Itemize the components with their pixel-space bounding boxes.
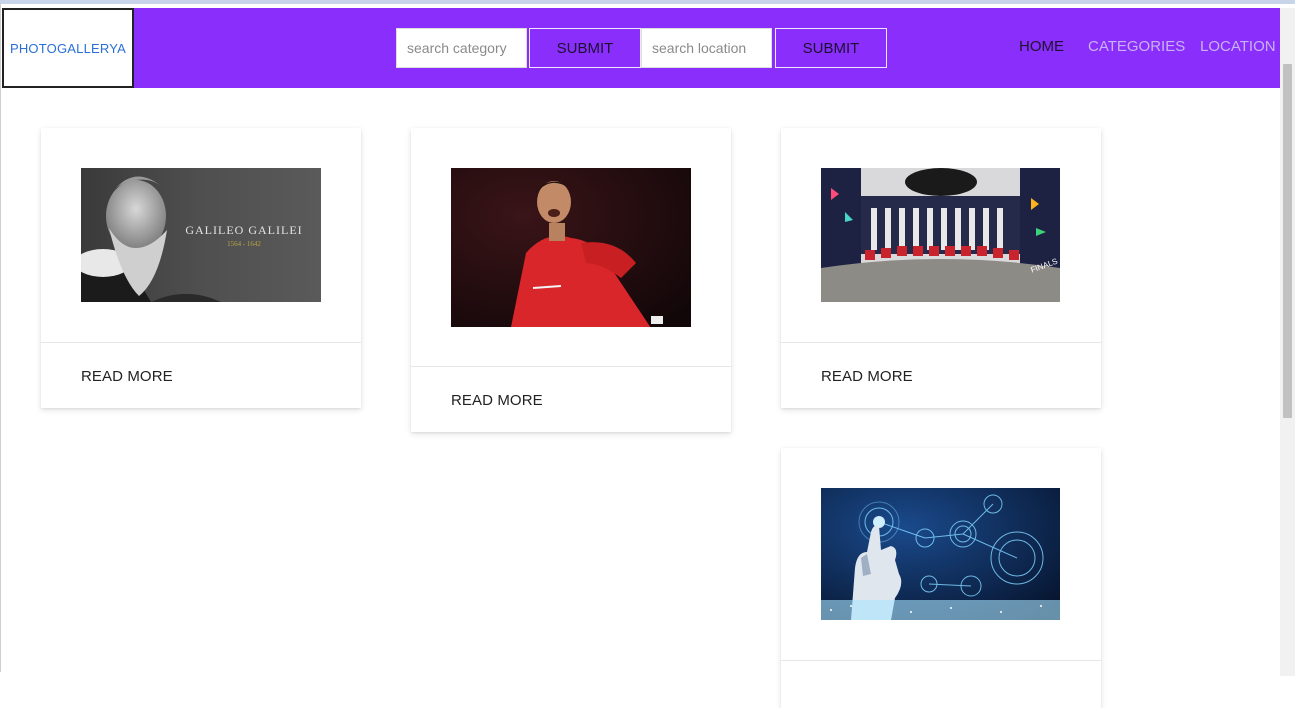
gallery-card: READ MORE bbox=[411, 128, 731, 432]
galileo-title-text: GALILEO GALILEI bbox=[185, 223, 302, 237]
galileo-portrait-image: GALILEO GALILEI 1564 - 1642 bbox=[81, 168, 321, 302]
footballer-image bbox=[451, 168, 691, 327]
page-scrollbar[interactable] bbox=[1280, 8, 1295, 676]
gallery-card: FINALS READ MORE bbox=[781, 128, 1101, 408]
gallery-card: GALILEO GALILEI 1564 - 1642 READ MORE bbox=[41, 128, 361, 408]
gallery-image-dressing-room[interactable]: FINALS bbox=[821, 168, 1060, 302]
card-media bbox=[781, 448, 1101, 661]
gallery-image-footballer[interactable] bbox=[451, 168, 691, 327]
dressing-room-image: FINALS bbox=[821, 168, 1060, 302]
gallery-card bbox=[781, 448, 1101, 708]
brand-logo-link[interactable]: PHOTOGALLERYA bbox=[2, 8, 134, 88]
scrollbar-thumb[interactable] bbox=[1283, 64, 1292, 418]
nav-categories-link[interactable]: CATEGORIES bbox=[1088, 38, 1185, 55]
card-media: GALILEO GALILEI 1564 - 1642 bbox=[41, 128, 361, 343]
nav-location-link[interactable]: LOCATION bbox=[1200, 38, 1276, 55]
gallery-image-galileo[interactable]: GALILEO GALILEI 1564 - 1642 bbox=[81, 168, 321, 302]
read-more-button[interactable]: READ MORE bbox=[821, 368, 913, 385]
location-submit-button[interactable]: SUBMIT bbox=[775, 28, 887, 68]
robot-hand-technology-image bbox=[821, 488, 1060, 620]
card-media bbox=[411, 128, 731, 367]
category-submit-button[interactable]: SUBMIT bbox=[529, 28, 641, 68]
category-search-input[interactable] bbox=[396, 28, 527, 68]
card-media: FINALS bbox=[781, 128, 1101, 343]
nav-home-link[interactable]: HOME bbox=[1019, 38, 1064, 55]
top-navbar: PHOTOGALLERYA SUBMIT SUBMIT HOME CATEGOR… bbox=[2, 8, 1281, 88]
gallery-image-robot-hand[interactable] bbox=[821, 488, 1060, 620]
read-more-button[interactable]: READ MORE bbox=[451, 392, 543, 409]
location-search-input[interactable] bbox=[641, 28, 772, 68]
galileo-years-text: 1564 - 1642 bbox=[227, 240, 261, 248]
read-more-button[interactable]: READ MORE bbox=[81, 368, 173, 385]
